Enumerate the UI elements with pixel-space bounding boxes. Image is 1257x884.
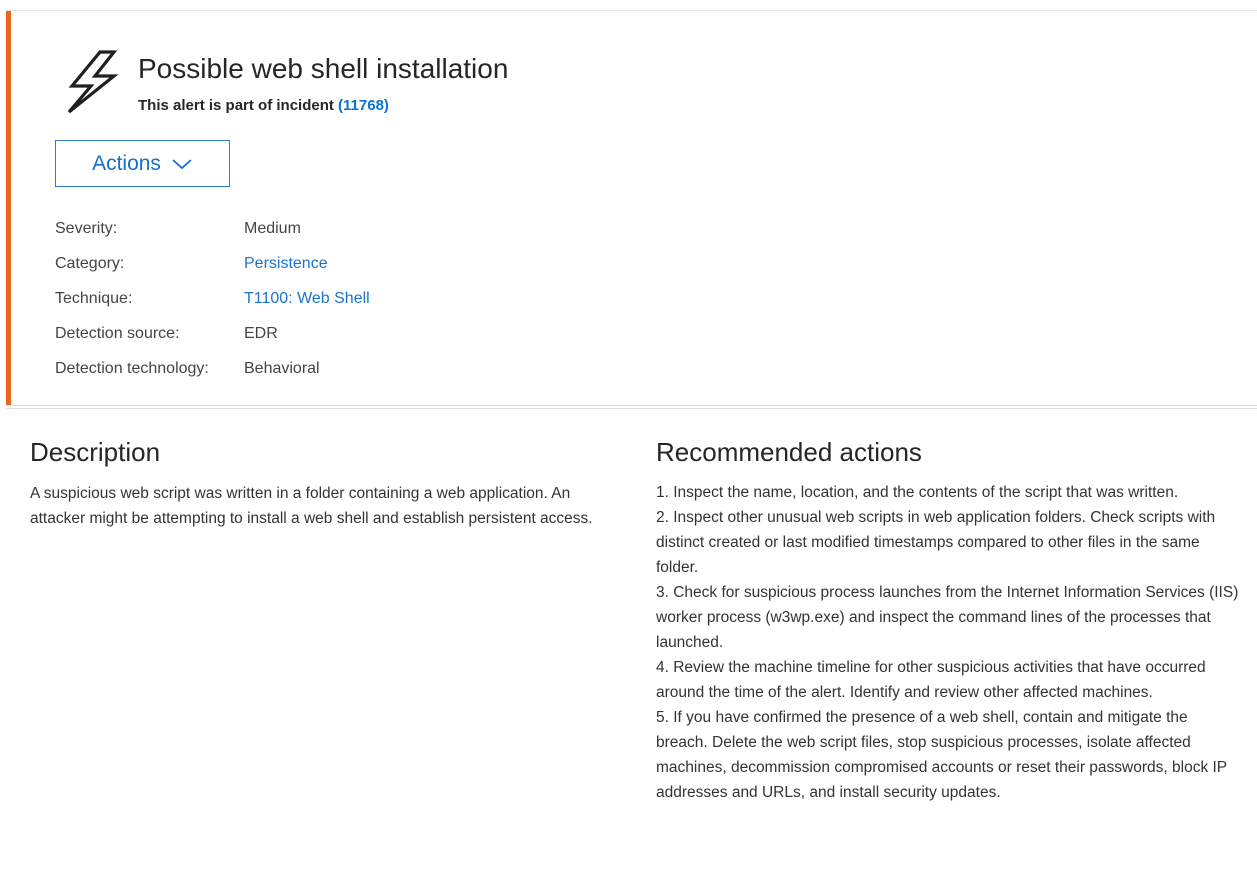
detection-technology-value: Behavioral <box>244 359 320 377</box>
property-label: Category: <box>55 254 125 272</box>
alert-header-card: Possible web shell installation This ale… <box>6 10 1257 406</box>
list-item: 1. Inspect the name, location, and the c… <box>656 484 1179 501</box>
property-detection-source: Detection source: EDR <box>55 316 370 351</box>
severity-value: Medium <box>244 219 301 237</box>
alert-title: Possible web shell installation <box>138 53 509 84</box>
alert-details-card: Description A suspicious web script was … <box>6 408 1257 884</box>
category-link[interactable]: Persistence <box>244 255 328 273</box>
recommended-actions-list: 1. Inspect the name, location, and the c… <box>656 480 1241 805</box>
list-item: 4. Review the machine timeline for other… <box>656 659 1206 701</box>
property-technique: Technique: T1100: Web Shell <box>55 281 370 316</box>
property-label: Technique: <box>55 289 133 307</box>
alert-properties: Severity: Medium Category: Persistence T… <box>55 211 370 386</box>
severity-accent-bar <box>6 11 11 405</box>
recommended-actions-heading: Recommended actions <box>656 437 922 467</box>
incident-prefix-text: This alert is part of incident <box>138 97 339 114</box>
property-detection-technology: Detection technology: Behavioral <box>55 351 370 386</box>
list-item: 5. If you have confirmed the presence of… <box>656 709 1227 801</box>
property-label: Detection source: <box>55 324 180 342</box>
description-text: A suspicious web script was written in a… <box>30 485 593 527</box>
chevron-down-icon <box>172 158 192 169</box>
technique-link[interactable]: T1100: Web Shell <box>244 290 370 308</box>
property-category: Category: Persistence <box>55 246 370 281</box>
list-item: 2. Inspect other unusual web scripts in … <box>656 509 1216 576</box>
lightning-bolt-icon <box>67 50 119 114</box>
property-severity: Severity: Medium <box>55 211 370 246</box>
incident-reference: This alert is part of incident (11768) <box>138 97 389 114</box>
property-label: Severity: <box>55 219 118 237</box>
list-item: 3. Check for suspicious process launches… <box>656 584 1239 651</box>
detection-source-value: EDR <box>244 324 278 342</box>
description-heading: Description <box>30 437 161 467</box>
actions-dropdown-button[interactable]: Actions <box>55 140 230 187</box>
alert-page: Possible web shell installation This ale… <box>0 0 1257 884</box>
actions-button-label: Actions <box>92 151 161 175</box>
property-label: Detection technology: <box>55 359 209 377</box>
incident-link[interactable]: (11768) <box>338 97 389 114</box>
